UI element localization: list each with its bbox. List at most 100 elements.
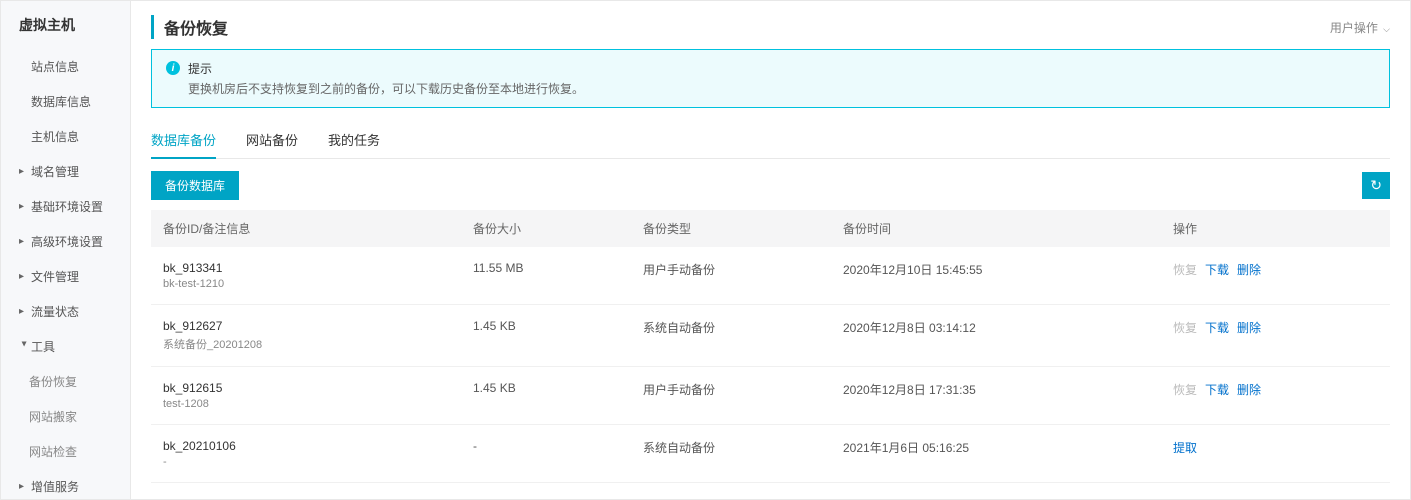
backup-ops: 恢复下载删除 bbox=[1161, 305, 1390, 367]
sidebar-item[interactable]: 网站搬家 bbox=[1, 399, 130, 434]
backup-size: 11.55 MB bbox=[461, 247, 631, 305]
delete-link[interactable]: 删除 bbox=[1237, 321, 1261, 335]
sidebar-item[interactable]: ▸数据库信息 bbox=[1, 84, 130, 119]
backup-time: 2021年1月6日 05:16:25 bbox=[831, 425, 1161, 483]
backup-remark: test-1208 bbox=[163, 398, 449, 410]
tab[interactable]: 数据库备份 bbox=[151, 122, 216, 159]
sidebar-item[interactable]: 备份恢复 bbox=[1, 364, 130, 399]
sidebar-item-label: 工具 bbox=[31, 338, 55, 355]
sidebar-item[interactable]: ▸高级环境设置 bbox=[1, 224, 130, 259]
backup-size: 1.45 KB bbox=[461, 305, 631, 367]
sidebar-title: 虚拟主机 bbox=[1, 1, 130, 49]
sidebar-item-label: 数据库信息 bbox=[31, 93, 91, 110]
download-link[interactable]: 下载 bbox=[1205, 383, 1229, 397]
alert-body: 更换机房后不支持恢复到之前的备份，可以下载历史备份至本地进行恢复。 bbox=[188, 80, 584, 97]
backup-ops: 恢复下载删除 bbox=[1161, 367, 1390, 425]
sidebar-item[interactable]: ▸工具 bbox=[1, 329, 130, 364]
delete-link[interactable]: 删除 bbox=[1237, 263, 1261, 277]
backup-ops: 恢复下载删除 bbox=[1161, 247, 1390, 305]
backup-id: bk_20210106 bbox=[163, 439, 449, 453]
backup-size: 1.45 KB bbox=[461, 367, 631, 425]
backup-type: 系统自动备份 bbox=[631, 483, 831, 500]
sidebar: 虚拟主机 ▸站点信息▸数据库信息▸主机信息▸域名管理▸基础环境设置▸高级环境设置… bbox=[1, 1, 131, 499]
backup-type: 用户手动备份 bbox=[631, 367, 831, 425]
backup-time: 2021年1月5日 05:19:28 bbox=[831, 483, 1161, 500]
restore-link[interactable]: 恢复 bbox=[1173, 321, 1197, 335]
sidebar-item[interactable]: ▸主机信息 bbox=[1, 119, 130, 154]
backup-id: bk_912627 bbox=[163, 319, 449, 333]
caret-icon: ▸ bbox=[19, 481, 29, 492]
backup-id: bk_913341 bbox=[163, 261, 449, 275]
caret-icon: ▸ bbox=[19, 236, 29, 247]
backup-ops: 提取 bbox=[1161, 425, 1390, 483]
extract-link[interactable]: 提取 bbox=[1173, 441, 1197, 455]
sidebar-item[interactable]: ▸基础环境设置 bbox=[1, 189, 130, 224]
backup-type: 系统自动备份 bbox=[631, 305, 831, 367]
caret-icon: ▸ bbox=[19, 271, 29, 282]
main-content: 备份恢复 用户操作 ⌵ i 提示 更换机房后不支持恢复到之前的备份，可以下载历史… bbox=[131, 1, 1410, 499]
sidebar-item-label: 流量状态 bbox=[31, 303, 79, 320]
backup-size: - bbox=[461, 483, 631, 500]
info-icon: i bbox=[166, 61, 180, 75]
caret-icon: ▸ bbox=[19, 342, 30, 352]
sidebar-item-label: 备份恢复 bbox=[29, 373, 77, 390]
sidebar-item[interactable]: ▸流量状态 bbox=[1, 294, 130, 329]
table-row: bk_20210105--系统自动备份2021年1月5日 05:19:28提取 bbox=[151, 483, 1390, 500]
backup-table: 备份ID/备注信息 备份大小 备份类型 备份时间 操作 bk_913341 bk-… bbox=[151, 210, 1390, 499]
chevron-down-icon: ⌵ bbox=[1383, 24, 1390, 34]
sidebar-item[interactable]: ▸增值服务 bbox=[1, 469, 130, 499]
caret-icon: ▸ bbox=[19, 306, 29, 317]
download-link[interactable]: 下载 bbox=[1205, 321, 1229, 335]
th-type: 备份类型 bbox=[631, 210, 831, 247]
backup-time: 2020年12月8日 03:14:12 bbox=[831, 305, 1161, 367]
table-row: bk_912615 test-1208 1.45 KB用户手动备份2020年12月8… bbox=[151, 367, 1390, 425]
tabs: 数据库备份网站备份我的任务 bbox=[151, 122, 1390, 159]
backup-size: - bbox=[461, 425, 631, 483]
backup-type: 系统自动备份 bbox=[631, 425, 831, 483]
backup-type: 用户手动备份 bbox=[631, 247, 831, 305]
backup-remark: - bbox=[163, 456, 449, 468]
alert-tip: i 提示 更换机房后不支持恢复到之前的备份，可以下载历史备份至本地进行恢复。 bbox=[151, 49, 1390, 108]
restore-link[interactable]: 恢复 bbox=[1173, 383, 1197, 397]
backup-id: bk_20210105 bbox=[163, 497, 449, 499]
table-row: bk_20210106--系统自动备份2021年1月6日 05:16:25提取 bbox=[151, 425, 1390, 483]
download-link[interactable]: 下载 bbox=[1205, 263, 1229, 277]
page-title: 备份恢复 bbox=[151, 15, 228, 39]
table-row: bk_912627 系统备份_20201208 1.45 KB系统自动备份2020年… bbox=[151, 305, 1390, 367]
backup-db-button[interactable]: 备份数据库 bbox=[151, 171, 239, 200]
sidebar-item[interactable]: ▸站点信息 bbox=[1, 49, 130, 84]
caret-icon: ▸ bbox=[19, 201, 29, 212]
sidebar-item-label: 站点信息 bbox=[31, 58, 79, 75]
user-action-dropdown[interactable]: 用户操作 ⌵ bbox=[1330, 19, 1390, 36]
sidebar-item[interactable]: ▸域名管理 bbox=[1, 154, 130, 189]
sidebar-item[interactable]: ▸文件管理 bbox=[1, 259, 130, 294]
backup-ops: 提取 bbox=[1161, 483, 1390, 500]
th-ops: 操作 bbox=[1161, 210, 1390, 247]
backup-time: 2020年12月10日 15:45:55 bbox=[831, 247, 1161, 305]
sidebar-item-label: 主机信息 bbox=[31, 128, 79, 145]
sidebar-item[interactable]: 网站检查 bbox=[1, 434, 130, 469]
table-row: bk_913341 bk-test-1210 11.55 MB用户手动备份2020年… bbox=[151, 247, 1390, 305]
backup-time: 2020年12月8日 17:31:35 bbox=[831, 367, 1161, 425]
sidebar-item-label: 网站搬家 bbox=[29, 408, 77, 425]
alert-title: 提示 bbox=[188, 60, 584, 77]
refresh-button[interactable]: ↻ bbox=[1362, 172, 1390, 199]
sidebar-item-label: 网站检查 bbox=[29, 443, 77, 460]
tab[interactable]: 我的任务 bbox=[328, 122, 380, 158]
backup-remark: 系统备份_20201208 bbox=[163, 336, 449, 352]
th-time: 备份时间 bbox=[831, 210, 1161, 247]
delete-link[interactable]: 删除 bbox=[1237, 383, 1261, 397]
restore-link[interactable]: 恢复 bbox=[1173, 263, 1197, 277]
tab[interactable]: 网站备份 bbox=[246, 122, 298, 158]
backup-id: bk_912615 bbox=[163, 381, 449, 395]
sidebar-item-label: 域名管理 bbox=[31, 163, 79, 180]
sidebar-item-label: 高级环境设置 bbox=[31, 233, 103, 250]
sidebar-item-label: 基础环境设置 bbox=[31, 198, 103, 215]
th-id: 备份ID/备注信息 bbox=[151, 210, 461, 247]
sidebar-item-label: 增值服务 bbox=[31, 478, 79, 495]
th-size: 备份大小 bbox=[461, 210, 631, 247]
refresh-icon: ↻ bbox=[1370, 177, 1382, 193]
sidebar-item-label: 文件管理 bbox=[31, 268, 79, 285]
backup-remark: bk-test-1210 bbox=[163, 278, 449, 290]
caret-icon: ▸ bbox=[19, 166, 29, 177]
